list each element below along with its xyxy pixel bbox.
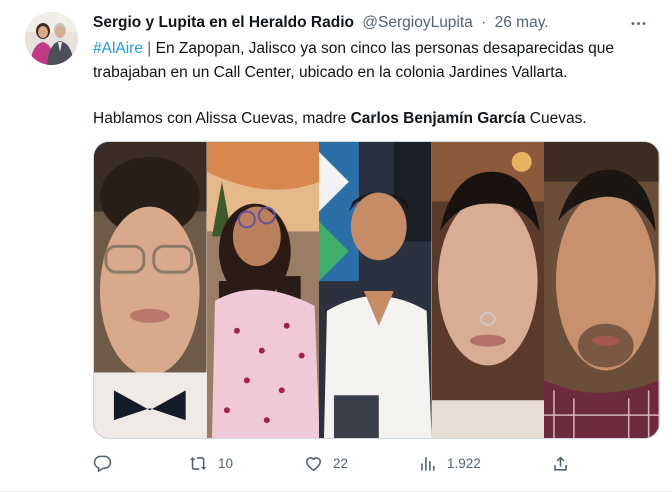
tweet-header: Sergio y Lupita en el Heraldo Radio @Ser… (93, 12, 632, 34)
tweet-actions: 10 22 1.922 (93, 452, 573, 474)
pipe-separator: | (142, 40, 156, 57)
photo-person-3[interactable] (319, 142, 432, 438)
views-button[interactable]: 1.922 (418, 452, 481, 474)
views-chart-icon (418, 454, 437, 473)
views-count: 1.922 (447, 455, 481, 471)
like-count: 22 (333, 455, 349, 471)
tweet-line-1: En Zapopan, Jalisco ya son cinco las per… (93, 40, 615, 81)
like-button[interactable]: 22 (304, 452, 348, 474)
photo-person-5[interactable] (544, 142, 659, 438)
more-horizontal-icon[interactable] (626, 12, 650, 34)
header-separator: · (481, 14, 487, 31)
retweet-button[interactable]: 10 (189, 452, 233, 474)
tweet-date[interactable]: 26 may. (495, 14, 549, 31)
photo-person-2[interactable] (206, 142, 320, 438)
tweet-media[interactable] (93, 141, 660, 439)
avatar[interactable] (25, 12, 78, 65)
hashtag-link[interactable]: #AlAire (93, 40, 143, 57)
share-button[interactable] (551, 452, 570, 474)
photo-person-1[interactable] (94, 142, 207, 438)
retweet-count: 10 (218, 455, 234, 471)
author-handle[interactable]: @SergioyLupita (362, 14, 473, 31)
reply-icon (93, 454, 112, 473)
reply-button[interactable] (93, 452, 112, 474)
retweet-icon (189, 454, 208, 473)
author-display-name[interactable]: Sergio y Lupita en el Heraldo Radio (93, 14, 354, 31)
tweet-text: #AlAire | En Zapopan, Jalisco ya son cin… (93, 37, 663, 131)
tweet-paragraph-1: #AlAire | En Zapopan, Jalisco ya son cin… (93, 37, 663, 84)
tweet-p2-bold: Carlos Benjamín García (350, 110, 526, 127)
photo-person-4[interactable] (431, 142, 545, 438)
tweet-p2-after: Cuevas. (525, 110, 587, 127)
tweet-p2-before: Hablamos con Alissa Cuevas, madre (93, 110, 351, 127)
share-icon (551, 454, 570, 473)
tweet-paragraph-2: Hablamos con Alissa Cuevas, madre Carlos… (93, 107, 663, 131)
heart-icon (304, 454, 323, 473)
tweet[interactable]: Sergio y Lupita en el Heraldo Radio @Ser… (0, 0, 672, 492)
